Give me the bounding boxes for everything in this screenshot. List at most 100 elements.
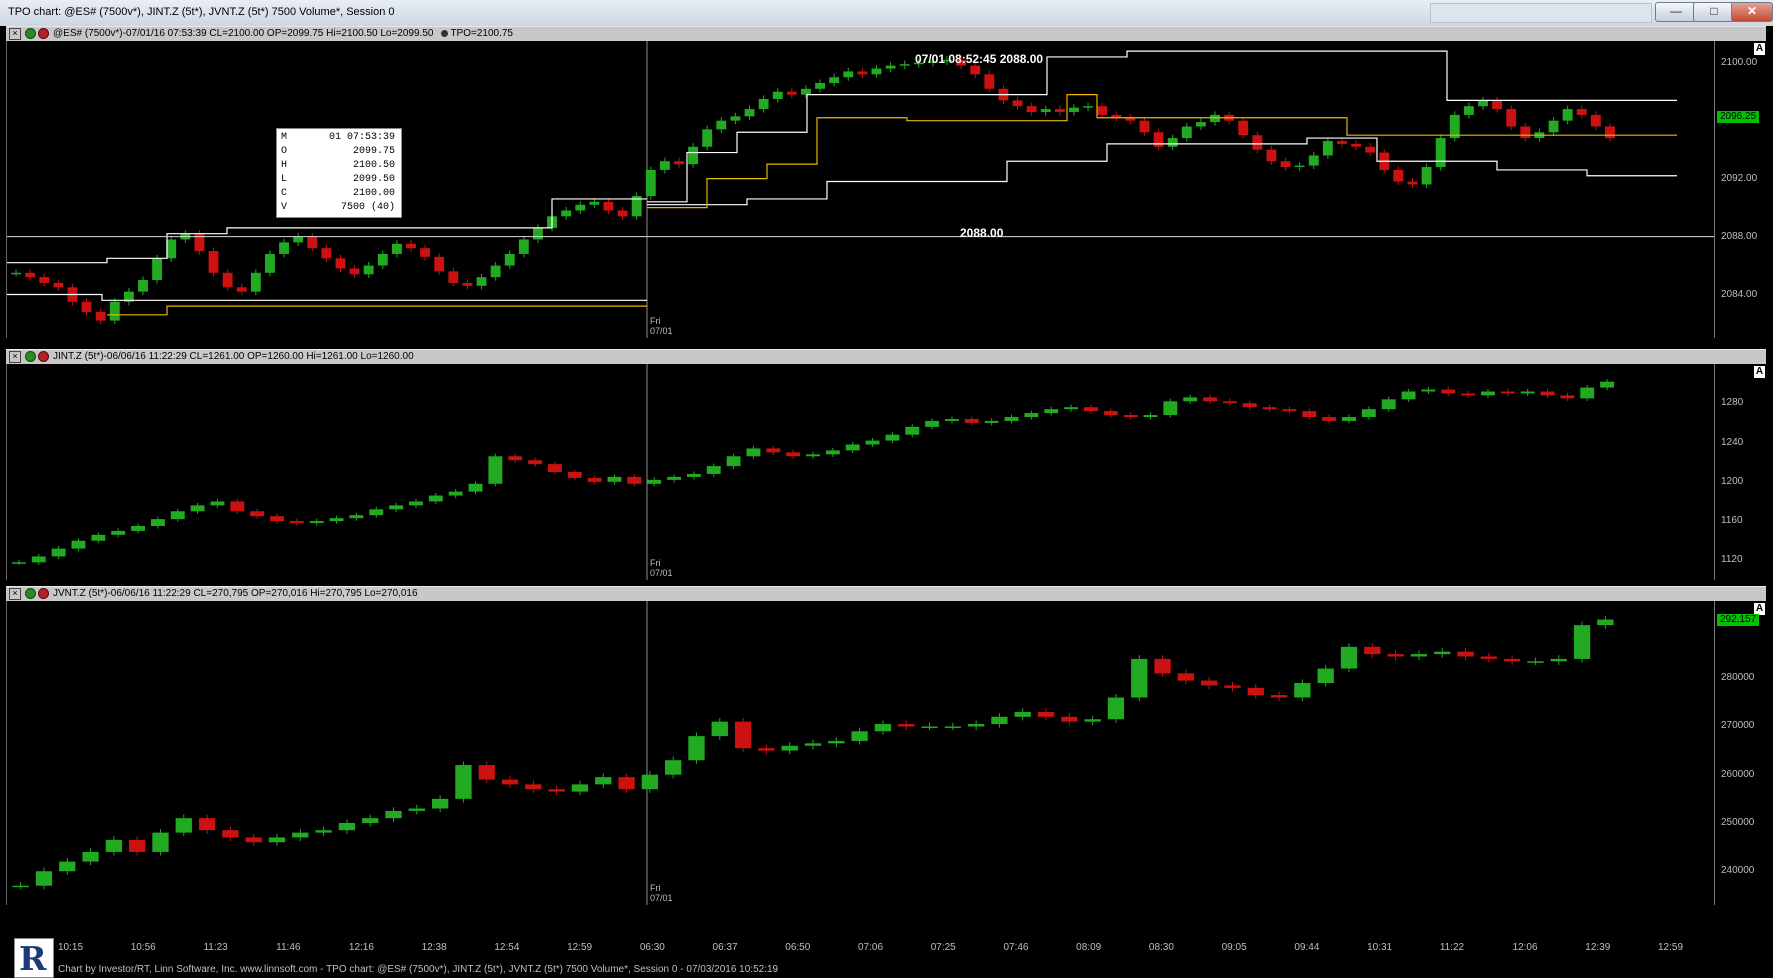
price-axis-es[interactable]: A 2100.002096.252092.002088.002084.00209… — [1714, 41, 1767, 338]
price-axis-jint[interactable]: A 1280 1240 1200 1160 1120 — [1714, 364, 1767, 580]
candle — [265, 250, 275, 277]
minimize-button[interactable]: — — [1655, 2, 1697, 22]
time-tick-label: 12:16 — [348, 942, 374, 953]
candle — [686, 471, 701, 480]
candle — [208, 247, 219, 277]
candle — [1083, 102, 1093, 112]
candle — [925, 418, 940, 430]
candle — [170, 508, 185, 522]
candle — [406, 240, 416, 252]
candle — [1131, 655, 1148, 702]
time-axis[interactable]: 10:15 10:56 11:23 11:46 12:16 12:38 12:54 12:59… — [58, 940, 1714, 956]
background-window-ghost — [1430, 3, 1652, 23]
candle — [309, 518, 324, 526]
candle — [1294, 679, 1311, 702]
close-pane-icon[interactable]: × — [9, 351, 21, 363]
candle — [871, 64, 882, 78]
crosshair-price-label: 2088.00 — [960, 226, 1004, 240]
green-dot-icon — [25, 28, 36, 39]
info-value: 01 07:53:39 — [328, 132, 395, 143]
candle — [1125, 114, 1136, 125]
info-key: H — [281, 160, 288, 171]
candle — [455, 761, 472, 803]
candle — [152, 828, 169, 856]
candle — [1573, 621, 1591, 663]
candle — [967, 720, 985, 731]
price-tick-label: 1240 — [1721, 436, 1744, 448]
candle — [857, 67, 868, 78]
autoscale-button[interactable]: A — [1754, 43, 1765, 55]
close-button[interactable]: ✕ — [1731, 2, 1773, 22]
candle — [665, 756, 682, 779]
candle — [1540, 388, 1555, 399]
candle — [1262, 404, 1277, 412]
candle — [921, 722, 938, 731]
candle — [1322, 414, 1337, 424]
candle — [1550, 655, 1567, 665]
candle — [647, 477, 662, 487]
candle — [1222, 398, 1237, 406]
autoscale-button[interactable]: A — [1754, 366, 1765, 378]
candle — [595, 773, 612, 789]
candle — [571, 780, 589, 796]
candle — [31, 553, 46, 565]
tpo-label: TPO=2100.75 — [450, 28, 513, 39]
chart-pane-jvnt[interactable]: Fri 07/01 — [6, 601, 1715, 905]
value-area-low — [647, 137, 1677, 206]
chart-pane-jint[interactable]: Fri 07/01 — [6, 364, 1715, 580]
price-tick-label: 2100.00 — [1721, 56, 1758, 68]
candles-svg-2 — [12, 601, 1614, 905]
candle — [35, 867, 53, 890]
maximize-button[interactable]: □ — [1693, 2, 1735, 22]
candle — [1224, 681, 1241, 692]
candle — [1480, 652, 1497, 663]
candle — [138, 276, 148, 296]
time-tick-label: 09:05 — [1221, 942, 1247, 953]
candle — [349, 264, 360, 278]
candle — [504, 250, 515, 270]
candle — [518, 235, 529, 258]
time-tick-label: 08:30 — [1148, 942, 1174, 953]
footer-credit: Chart by Investor/RT, Linn Software, Inc… — [58, 964, 779, 975]
time-tick-label: 09:44 — [1294, 942, 1320, 953]
close-pane-icon[interactable]: × — [9, 588, 21, 600]
candle — [1183, 394, 1198, 404]
candle — [1597, 615, 1614, 629]
price-tick-label: 1160 — [1721, 515, 1743, 527]
candle — [1449, 111, 1460, 142]
candle — [129, 836, 146, 856]
price-tick-label: 1120 — [1721, 554, 1743, 566]
candle — [11, 559, 26, 565]
candle — [462, 279, 473, 290]
candle — [1560, 392, 1575, 401]
candle — [91, 532, 106, 544]
candle — [1590, 111, 1601, 131]
candle — [1421, 386, 1436, 395]
candle — [688, 732, 705, 764]
candle — [1337, 137, 1347, 148]
prior-poc-line — [107, 305, 647, 316]
candle — [409, 498, 423, 508]
candle — [734, 717, 752, 752]
chart-pane-es[interactable]: Fri 07/01 — [6, 41, 1715, 338]
close-pane-icon[interactable]: × — [9, 28, 21, 40]
candle — [984, 418, 999, 426]
candle — [702, 125, 713, 151]
candle — [772, 88, 783, 103]
investor-rt-logo: R — [14, 938, 54, 978]
candle — [190, 502, 205, 514]
candle — [53, 279, 64, 291]
price-tick-label: 240000 — [1721, 865, 1755, 877]
price-axis-jvnt[interactable]: A 280000 270000 260000 250000 240000 292,157 — [1714, 601, 1767, 905]
candle — [279, 238, 289, 258]
candle — [525, 780, 542, 793]
candle — [786, 88, 797, 99]
candle — [1203, 394, 1217, 404]
time-tick-label: 07:25 — [930, 942, 956, 953]
candle — [1037, 708, 1055, 721]
candle — [1342, 414, 1356, 424]
candle — [885, 432, 900, 444]
candle — [1503, 655, 1521, 665]
pane-header-jint: × JINT.Z (5t*)-06/06/16 11:22:29 CL=1261.… — [6, 349, 1766, 365]
time-tick-label: 11:22 — [1439, 942, 1465, 953]
